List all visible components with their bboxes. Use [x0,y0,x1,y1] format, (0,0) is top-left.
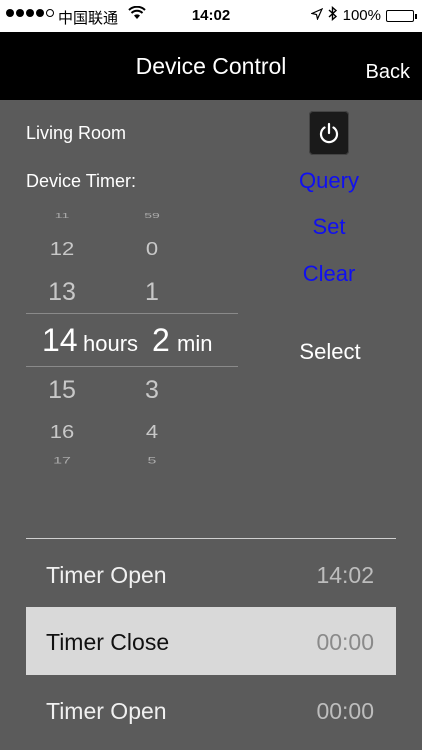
device-timer-label: Device Timer: [26,171,137,191]
back-button[interactable]: Back [366,61,410,84]
selected-minute: 2 [152,322,170,358]
minute-option[interactable]: 1 [122,278,182,307]
bluetooth-icon [328,5,338,25]
power-button[interactable] [309,111,349,155]
hour-option[interactable]: 11 [32,211,92,220]
query-button[interactable]: Query [279,168,379,194]
minute-option[interactable]: 4 [122,421,182,443]
timer-row-selected[interactable]: Timer Close 00:00 [26,607,396,675]
power-icon [319,122,339,144]
set-button[interactable]: Set [279,214,379,240]
status-bar: 中国联通 14:02 100% [0,0,422,32]
minute-option[interactable]: 59 [122,211,182,220]
timer-row[interactable]: Timer Open 00:00 [26,676,396,744]
hour-option[interactable]: 13 [32,278,92,307]
picker-selection-bottom-line [26,366,238,367]
hour-option[interactable]: 12 [32,238,92,260]
minute-option[interactable]: 0 [122,238,182,260]
timer-time: 00:00 [316,629,374,655]
timer-name: Timer Open [46,698,167,724]
selected-hour: 14 [42,322,78,358]
hour-option[interactable]: 17 [32,456,92,467]
select-button[interactable]: Select [280,339,380,365]
battery-percent: 100% [342,7,381,24]
timer-name: Timer Close [46,629,170,655]
timer-name: Timer Open [46,562,167,588]
hours-unit-label: hours [83,331,139,356]
navigation-bar: Device Control Back [0,32,422,100]
list-divider [26,538,396,539]
minute-option[interactable]: 3 [122,376,182,405]
page-title: Device Control [135,53,287,79]
min-unit-label: min [177,331,213,356]
timer-time: 14:02 [316,562,374,588]
hour-option[interactable]: 15 [32,376,92,405]
hour-option[interactable]: 16 [32,421,92,443]
minute-option[interactable]: 5 [122,456,182,467]
location-arrow-icon [309,7,323,24]
timer-time: 00:00 [316,698,374,724]
picker-selection-top-line [26,313,238,314]
clear-button[interactable]: Clear [279,261,379,287]
timer-row[interactable]: Timer Open 14:02 [26,540,396,608]
battery-icon [386,9,417,22]
room-name: Living Room [26,123,127,143]
